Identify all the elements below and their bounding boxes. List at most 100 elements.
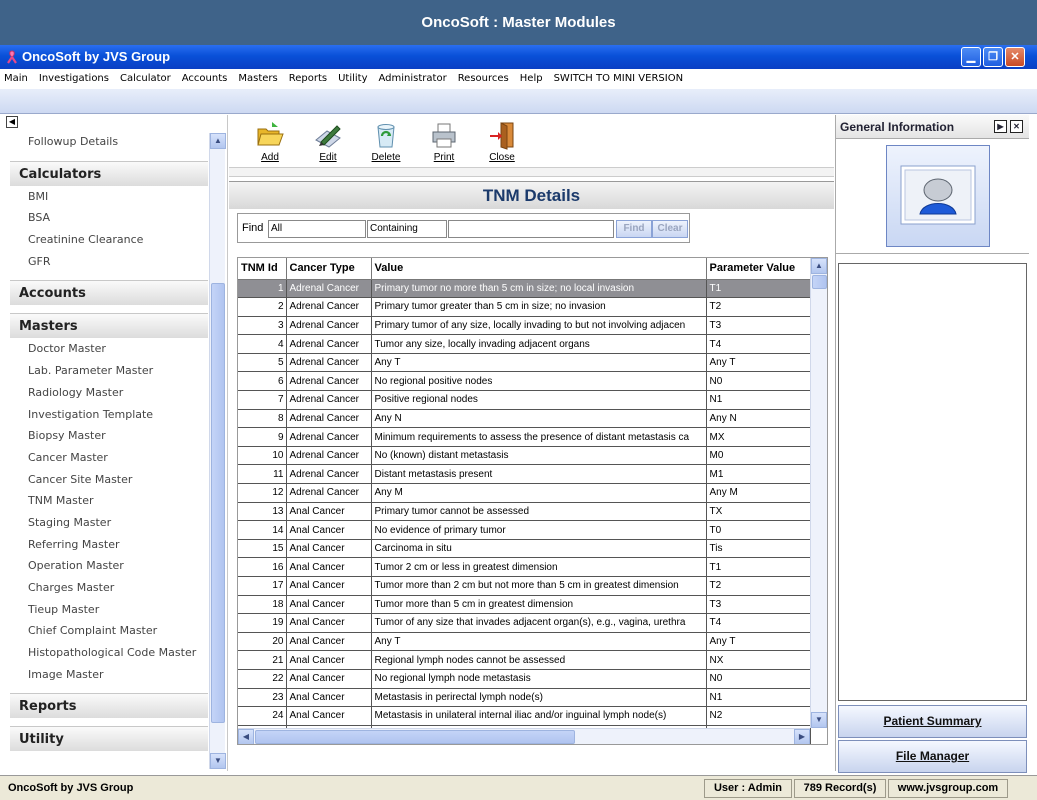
column-header-parameter-value[interactable]: Parameter Value <box>706 258 811 280</box>
table-row[interactable]: 23 Anal Cancer Metastasis in perirectal ly… <box>238 688 811 708</box>
table-row[interactable]: 2 Adrenal Cancer Primary tumor greater tha… <box>238 297 811 317</box>
sidebar-item-image-master[interactable]: Image Master <box>10 663 208 686</box>
sidebar-collapse-button[interactable]: ◀ <box>6 116 18 128</box>
patient-summary-button[interactable]: Patient Summary <box>838 705 1027 738</box>
cell-value[interactable]: No regional positive nodes <box>371 371 707 392</box>
cell-value[interactable]: Primary tumor no more than 5 cm in size;… <box>371 279 707 299</box>
cell-value[interactable]: Tumor 2 cm or less in greatest dimension <box>371 557 707 577</box>
cell-value[interactable]: Tumor more than 2 cm but not more than 5… <box>371 576 707 596</box>
cell-parameter-value[interactable]: N1 <box>706 390 811 410</box>
cell-parameter-value[interactable]: NX <box>706 650 811 670</box>
cell-tnm-id[interactable]: 8 <box>238 409 287 429</box>
scroll-up-icon[interactable]: ▲ <box>210 133 226 149</box>
table-row[interactable]: 19 Anal Cancer Tumor of any size that inva… <box>238 613 811 633</box>
cell-value[interactable]: Any M <box>371 483 707 503</box>
cell-parameter-value[interactable]: M1 <box>706 464 811 485</box>
sidebar-header-accounts[interactable]: Accounts <box>10 280 208 306</box>
close-button[interactable]: Close <box>473 115 531 167</box>
cell-value[interactable]: Metastasis in unilateral internal iliac … <box>371 706 707 726</box>
menu-help[interactable]: Help <box>520 69 543 89</box>
cell-value[interactable]: Any T <box>371 632 707 652</box>
cell-cancer-type[interactable]: Adrenal Cancer <box>286 371 372 392</box>
cell-parameter-value[interactable]: Any T <box>706 353 811 373</box>
menu-masters[interactable]: Masters <box>238 69 277 89</box>
cell-tnm-id[interactable]: 4 <box>238 334 287 354</box>
edit-button[interactable]: Edit <box>299 115 357 167</box>
cell-parameter-value[interactable]: Any N <box>706 409 811 429</box>
cell-parameter-value[interactable]: MX <box>706 427 811 447</box>
cell-tnm-id[interactable]: 3 <box>238 316 287 336</box>
cell-cancer-type[interactable]: Anal Cancer <box>286 595 372 615</box>
cell-tnm-id[interactable]: 7 <box>238 390 287 410</box>
table-row[interactable]: 9 Adrenal Cancer Minimum requirements to a… <box>238 427 811 447</box>
cell-cancer-type[interactable]: Adrenal Cancer <box>286 483 372 503</box>
cell-value[interactable]: Tumor any size, locally invading adjacen… <box>371 334 707 354</box>
cell-cancer-type[interactable]: Adrenal Cancer <box>286 297 372 317</box>
cell-value[interactable]: Any N <box>371 409 707 429</box>
table-row[interactable]: 16 Anal Cancer Tumor 2 cm or less in great… <box>238 557 811 577</box>
cell-cancer-type[interactable]: Adrenal Cancer <box>286 446 372 466</box>
find-text-input[interactable] <box>448 220 614 238</box>
table-row[interactable]: 8 Adrenal Cancer Any N Any N <box>238 409 811 429</box>
table-row[interactable]: 3 Adrenal Cancer Primary tumor of any size… <box>238 316 811 336</box>
find-field-select[interactable]: All <box>268 220 366 238</box>
sidebar-item-followup-details[interactable]: Followup Details <box>10 131 208 153</box>
cell-parameter-value[interactable]: T3 <box>706 595 811 615</box>
cell-parameter-value[interactable]: N1 <box>706 688 811 708</box>
patient-photo[interactable] <box>886 145 990 247</box>
file-manager-button[interactable]: File Manager <box>838 740 1027 773</box>
cell-tnm-id[interactable]: 24 <box>238 706 287 726</box>
cell-tnm-id[interactable]: 20 <box>238 632 287 652</box>
sidebar-item-tnm-master[interactable]: TNM Master <box>10 490 208 512</box>
cell-parameter-value[interactable]: Any T <box>706 632 811 652</box>
add-button[interactable]: Add <box>241 115 299 167</box>
table-row[interactable]: 20 Anal Cancer Any T Any T <box>238 632 811 652</box>
cell-value[interactable]: Any T <box>371 353 707 373</box>
cell-tnm-id[interactable]: 13 <box>238 502 287 522</box>
cell-cancer-type[interactable]: Anal Cancer <box>286 539 372 559</box>
cell-parameter-value[interactable]: T4 <box>706 334 811 354</box>
sidebar-header-masters[interactable]: Masters <box>10 313 208 339</box>
cell-value[interactable]: No (known) distant metastasis <box>371 446 707 466</box>
cell-parameter-value[interactable]: TX <box>706 502 811 522</box>
grid-horizontal-scrollbar[interactable]: ◀ ▶ <box>238 728 810 744</box>
sidebar-item-referring-master[interactable]: Referring Master <box>10 533 208 556</box>
cell-tnm-id[interactable]: 17 <box>238 576 287 596</box>
menu-investigations[interactable]: Investigations <box>39 69 109 89</box>
cell-parameter-value[interactable]: T1 <box>706 279 811 299</box>
sidebar-header-utility[interactable]: Utility <box>10 726 208 752</box>
maximize-button[interactable]: ❐ <box>983 47 1003 67</box>
cell-cancer-type[interactable]: Adrenal Cancer <box>286 316 372 336</box>
cell-parameter-value[interactable]: T4 <box>706 613 811 633</box>
cell-tnm-id[interactable]: 16 <box>238 557 287 577</box>
menu-main[interactable]: Main <box>4 69 28 89</box>
menu-resources[interactable]: Resources <box>458 69 509 89</box>
cell-cancer-type[interactable]: Adrenal Cancer <box>286 334 372 354</box>
cell-value[interactable]: Positive regional nodes <box>371 390 707 410</box>
sidebar-item-doctor-master[interactable]: Doctor Master <box>10 338 208 361</box>
sidebar-item-staging-master[interactable]: Staging Master <box>10 511 208 534</box>
cell-value[interactable]: No regional lymph node metastasis <box>371 669 707 689</box>
cell-cancer-type[interactable]: Adrenal Cancer <box>286 353 372 373</box>
sidebar-item-lab-parameter-master[interactable]: Lab. Parameter Master <box>10 360 208 382</box>
table-row[interactable]: 14 Anal Cancer No evidence of primary tumo… <box>238 520 811 540</box>
menu-switch-mini[interactable]: SWITCH TO MINI VERSION <box>554 69 684 89</box>
scroll-left-icon[interactable]: ◀ <box>238 729 254 744</box>
sidebar-item-charges-master[interactable]: Charges Master <box>10 577 208 599</box>
table-row[interactable]: 5 Adrenal Cancer Any T Any T <box>238 353 811 373</box>
cell-parameter-value[interactable]: N2 <box>706 706 811 726</box>
sidebar-item-cancer-site-master[interactable]: Cancer Site Master <box>10 468 208 491</box>
panel-close-icon[interactable]: ✕ <box>1010 120 1023 133</box>
scroll-down-icon[interactable]: ▼ <box>811 712 827 728</box>
cell-value[interactable]: Carcinoma in situ <box>371 539 707 559</box>
cell-parameter-value[interactable]: T2 <box>706 576 811 596</box>
table-row[interactable]: 22 Anal Cancer No regional lymph node meta… <box>238 669 811 689</box>
cell-cancer-type[interactable]: Anal Cancer <box>286 613 372 633</box>
cell-parameter-value[interactable]: T2 <box>706 297 811 317</box>
menu-accounts[interactable]: Accounts <box>182 69 228 89</box>
cell-parameter-value[interactable]: Tis <box>706 539 811 559</box>
cell-parameter-value[interactable]: N0 <box>706 669 811 689</box>
sidebar-scrollbar[interactable]: ▲ ▼ <box>209 133 226 769</box>
menu-utility[interactable]: Utility <box>338 69 367 89</box>
cell-tnm-id[interactable]: 18 <box>238 595 287 615</box>
